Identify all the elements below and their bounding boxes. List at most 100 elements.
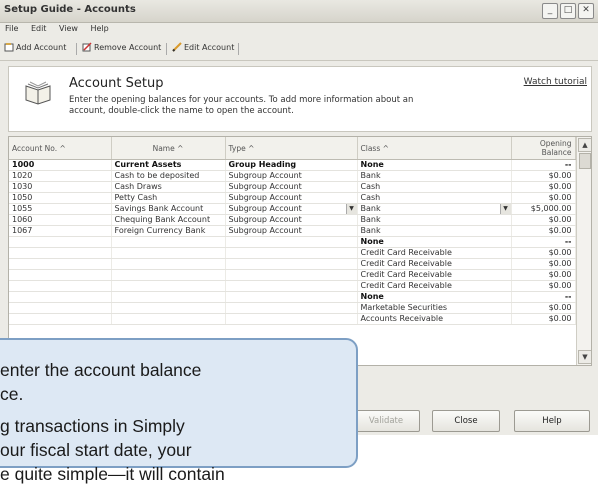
cell-type[interactable]: [225, 269, 358, 281]
cell-cls[interactable]: Bank ▼: [357, 203, 512, 215]
cell-type[interactable]: [225, 247, 358, 259]
close-window-button[interactable]: ✕: [578, 3, 594, 19]
close-button[interactable]: Close: [432, 410, 500, 432]
cell-cls[interactable]: Bank: [357, 225, 512, 237]
column-header-account-no[interactable]: Account No. ^: [9, 137, 112, 160]
table-row[interactable]: None --: [9, 291, 576, 303]
cell-cls[interactable]: None: [357, 236, 512, 248]
cell-no[interactable]: [9, 313, 112, 325]
cell-cls[interactable]: Accounts Receivable: [357, 313, 512, 325]
chevron-down-icon[interactable]: ▼: [499, 204, 510, 214]
cell-bal[interactable]: $0.00: [511, 225, 576, 237]
cell-no[interactable]: 1067: [9, 225, 112, 237]
cell-no[interactable]: [9, 258, 112, 270]
cell-type[interactable]: Subgroup Account: [225, 181, 358, 193]
cell-name[interactable]: [111, 269, 226, 281]
cell-name[interactable]: [111, 291, 226, 303]
menu-file[interactable]: File: [0, 22, 23, 35]
cell-name[interactable]: [111, 258, 226, 270]
help-button[interactable]: Help: [514, 410, 590, 432]
table-row[interactable]: 1000 Current Assets Group Heading None --: [9, 159, 576, 171]
cell-cls[interactable]: Credit Card Receivable: [357, 258, 512, 270]
cell-bal[interactable]: $0.00: [511, 302, 576, 314]
cell-no[interactable]: 1030: [9, 181, 112, 193]
cell-type[interactable]: [225, 302, 358, 314]
cell-type[interactable]: Subgroup Account: [225, 214, 358, 226]
vertical-scrollbar[interactable]: ▲ ▼: [576, 137, 591, 365]
cell-name[interactable]: Savings Bank Account: [111, 203, 226, 215]
cell-bal[interactable]: --: [511, 236, 576, 248]
cell-name[interactable]: [111, 302, 226, 314]
cell-bal[interactable]: $0.00: [511, 170, 576, 182]
cell-name[interactable]: [111, 313, 226, 325]
cell-cls[interactable]: Cash: [357, 192, 512, 204]
cell-cls[interactable]: Credit Card Receivable: [357, 269, 512, 281]
cell-type[interactable]: Subgroup Account: [225, 192, 358, 204]
cell-cls[interactable]: None: [357, 159, 512, 171]
scroll-up-arrow-icon[interactable]: ▲: [578, 138, 591, 152]
cell-bal[interactable]: $0.00: [511, 181, 576, 193]
cell-no[interactable]: 1060: [9, 214, 112, 226]
cell-bal[interactable]: $0.00: [511, 214, 576, 226]
table-row[interactable]: 1020 Cash to be deposited Subgroup Account…: [9, 170, 576, 182]
table-row[interactable]: Credit Card Receivable $0.00: [9, 280, 576, 292]
cell-cls[interactable]: Marketable Securities: [357, 302, 512, 314]
column-header-type[interactable]: Type ^: [225, 137, 358, 160]
cell-name[interactable]: Current Assets: [111, 159, 226, 171]
column-header-class[interactable]: Class ^: [357, 137, 512, 160]
table-row[interactable]: 1055 Savings Bank Account Subgroup Account…: [9, 203, 576, 215]
cell-name[interactable]: [111, 236, 226, 248]
cell-bal[interactable]: --: [511, 291, 576, 303]
scroll-down-arrow-icon[interactable]: ▼: [578, 350, 591, 364]
validate-button[interactable]: Validate: [352, 410, 420, 432]
cell-cls[interactable]: Credit Card Receivable: [357, 280, 512, 292]
cell-no[interactable]: [9, 236, 112, 248]
cell-type[interactable]: [225, 313, 358, 325]
cell-name[interactable]: [111, 247, 226, 259]
cell-cls[interactable]: Cash: [357, 181, 512, 193]
chevron-down-icon[interactable]: ▼: [345, 204, 356, 214]
cell-no[interactable]: [9, 291, 112, 303]
menu-help[interactable]: Help: [86, 22, 114, 35]
cell-cls[interactable]: Credit Card Receivable: [357, 247, 512, 259]
column-header-opening-balance[interactable]: Opening Balance: [511, 137, 576, 160]
cell-name[interactable]: Chequing Bank Account: [111, 214, 226, 226]
cell-bal[interactable]: $0.00: [511, 192, 576, 204]
cell-no[interactable]: 1055: [9, 203, 112, 215]
cell-no[interactable]: 1020: [9, 170, 112, 182]
cell-name[interactable]: Foreign Currency Bank: [111, 225, 226, 237]
cell-cls[interactable]: Bank: [357, 214, 512, 226]
cell-bal[interactable]: --: [511, 159, 576, 171]
table-row[interactable]: Credit Card Receivable $0.00: [9, 258, 576, 270]
table-row[interactable]: 1030 Cash Draws Subgroup Account Cash $0.00: [9, 181, 576, 193]
cell-bal[interactable]: $0.00: [511, 313, 576, 325]
cell-type[interactable]: Subgroup Account: [225, 225, 358, 237]
column-header-name[interactable]: Name ^: [111, 137, 226, 160]
edit-account-button[interactable]: Edit Account: [172, 42, 234, 52]
cell-no[interactable]: [9, 269, 112, 281]
add-account-button[interactable]: Add Account: [4, 42, 66, 52]
scroll-thumb[interactable]: [579, 153, 591, 169]
cell-bal[interactable]: $0.00: [511, 247, 576, 259]
cell-no[interactable]: [9, 302, 112, 314]
cell-bal[interactable]: $5,000.00: [511, 203, 576, 215]
table-row[interactable]: Credit Card Receivable $0.00: [9, 247, 576, 259]
cell-type[interactable]: [225, 280, 358, 292]
cell-name[interactable]: Petty Cash: [111, 192, 226, 204]
cell-no[interactable]: 1050: [9, 192, 112, 204]
table-row[interactable]: 1050 Petty Cash Subgroup Account Cash $0.00: [9, 192, 576, 204]
cell-name[interactable]: [111, 280, 226, 292]
cell-name[interactable]: Cash to be deposited: [111, 170, 226, 182]
table-row[interactable]: 1060 Chequing Bank Account Subgroup Accoun…: [9, 214, 576, 226]
cell-type[interactable]: [225, 236, 358, 248]
maximize-button[interactable]: □: [560, 3, 576, 19]
table-row[interactable]: Marketable Securities $0.00: [9, 302, 576, 314]
menu-view[interactable]: View: [54, 22, 83, 35]
cell-type[interactable]: Group Heading: [225, 159, 358, 171]
cell-name[interactable]: Cash Draws: [111, 181, 226, 193]
menu-edit[interactable]: Edit: [26, 22, 52, 35]
cell-type[interactable]: [225, 291, 358, 303]
cell-no[interactable]: [9, 280, 112, 292]
table-row[interactable]: None --: [9, 236, 576, 248]
watch-tutorial-link[interactable]: Watch tutorial: [524, 77, 587, 87]
